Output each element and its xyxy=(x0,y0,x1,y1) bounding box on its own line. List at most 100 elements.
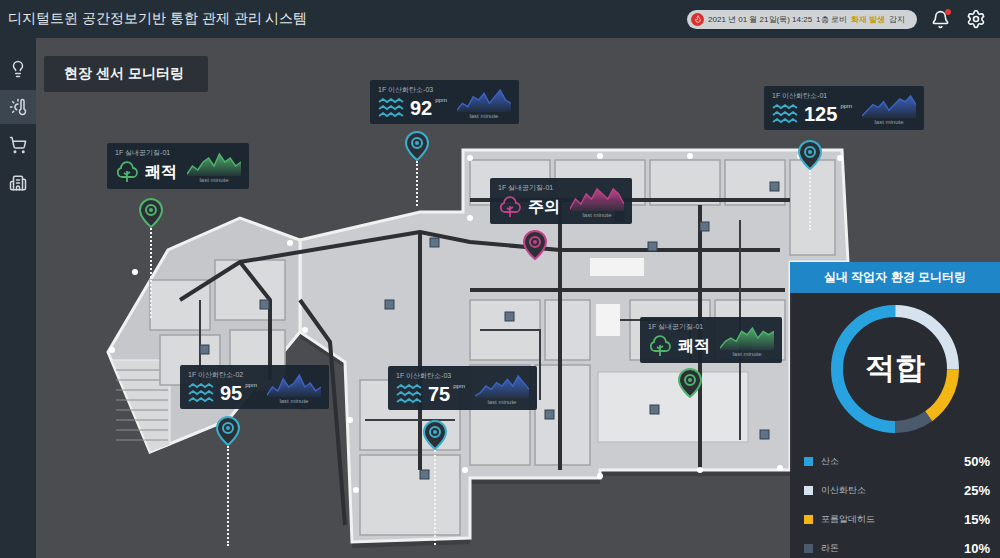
top-bar: 디지털트윈 공간정보기반 통합 관제 관리 시스템2021 년 01 월 21일… xyxy=(0,0,1000,38)
sensor-card[interactable]: 1F 실내공기질-01 쾌적 last minute xyxy=(107,143,249,189)
legend-swatch xyxy=(804,457,813,466)
trend-caption: last minute xyxy=(279,398,308,404)
sensor-card[interactable]: 1F 이산화탄소-03 75ppm last minute xyxy=(388,366,537,410)
sensor-unit: ppm xyxy=(840,103,852,109)
sensor-reading: 쾌적 xyxy=(115,160,177,184)
sensor-card[interactable]: 1F 실내공기질-01쾌적last minute xyxy=(640,317,782,363)
sensor-status: 쾌적 xyxy=(145,162,177,181)
legend-name: 라돈 xyxy=(821,542,956,555)
pin-dotted-line xyxy=(809,170,811,230)
environment-status: 적합 xyxy=(790,348,1000,389)
legend-value: 25% xyxy=(964,483,990,498)
sensor-info: 1F 실내공기질-01 쾌적 xyxy=(115,148,177,184)
sensor-value: 92 xyxy=(410,98,432,119)
sensor-status: 쾌적 xyxy=(678,336,710,355)
monitoring-map: 현장 센서 모니터링1F 실내공기질-01쾌적last minute1F 이산화… xyxy=(36,38,1000,558)
sparkline-chart xyxy=(570,185,624,211)
sparkline-area xyxy=(720,328,774,350)
alert-banner[interactable]: 2021 년 01 월 21일(목) 14:251층 로비화재 발생감지 xyxy=(687,10,917,29)
wave-icon xyxy=(396,383,422,405)
sensor-pin[interactable] xyxy=(139,198,163,318)
sensor-trend: last minute xyxy=(187,150,241,183)
sensor-label: 1F 실내공기질-01 xyxy=(648,322,710,332)
gear-icon xyxy=(966,9,986,29)
settings-button[interactable] xyxy=(964,7,988,31)
sensor-reading: 92ppm xyxy=(378,97,447,119)
sensor-value: 95 xyxy=(220,383,242,404)
legend-swatch xyxy=(804,515,813,524)
sparkline-chart xyxy=(267,371,321,397)
sensor-pin[interactable] xyxy=(423,420,447,545)
sensor-unit: ppm xyxy=(435,97,447,103)
sensor-pin[interactable] xyxy=(678,368,702,398)
sensor-trend: last minute xyxy=(267,371,321,404)
page-title: 현장 센서 모니터링 xyxy=(44,56,208,92)
sparkline-line xyxy=(475,376,529,396)
fire-alert-icon xyxy=(691,13,704,26)
sensor-label: 1F 이산화탄소-01 xyxy=(772,91,852,101)
sensor-card[interactable]: 1F 실내공기질-01주의last minute xyxy=(490,178,632,224)
sparkline-line xyxy=(267,375,321,395)
legend-row: 라돈10% xyxy=(804,534,990,558)
sensor-label: 1F 이산화탄소-03 xyxy=(396,371,465,381)
sparkline-chart xyxy=(862,92,916,118)
unread-badge xyxy=(945,9,951,15)
menu-icon xyxy=(9,60,27,78)
sensor-card[interactable]: 1F 이산화탄소-0295ppmlast minute xyxy=(180,365,329,409)
trend-caption: last minute xyxy=(487,399,516,405)
pin-dotted-line xyxy=(227,446,229,546)
sensor-info: 1F 이산화탄소-0392ppm xyxy=(378,85,447,119)
sparkline-area xyxy=(475,376,529,398)
sparkline-chart xyxy=(187,150,241,176)
legend-swatch xyxy=(804,544,813,553)
sidebar xyxy=(0,38,36,558)
sparkline-area xyxy=(570,189,624,211)
sparkline-area xyxy=(457,90,511,112)
sensor-pin[interactable] xyxy=(405,131,429,206)
sensor-reading: 75ppm xyxy=(396,383,465,405)
environment-panel: 실내 작업자 환경 모니터링적합산소50%이산화탄소25%포름알데히드15%라돈… xyxy=(790,262,1000,558)
notification-button[interactable] xyxy=(929,8,952,31)
legend-name: 산소 xyxy=(821,455,956,468)
menu-icon xyxy=(9,98,27,116)
sparkline-line xyxy=(862,96,916,116)
legend-name: 이산화탄소 xyxy=(821,484,956,497)
legend-swatch xyxy=(804,486,813,495)
sidebar-item[interactable] xyxy=(0,128,36,162)
sidebar-item[interactable] xyxy=(0,90,36,124)
sidebar-item[interactable] xyxy=(0,52,36,86)
sparkline-area xyxy=(187,154,241,176)
alert-suffix: 감지 xyxy=(889,14,905,25)
sensor-reading: 주의 xyxy=(498,195,560,219)
sparkline-line xyxy=(720,328,774,348)
wave-icon xyxy=(378,97,404,119)
map-pin-icon xyxy=(678,368,702,398)
sensor-pin[interactable] xyxy=(798,140,822,230)
sensor-card[interactable]: 1F 이산화탄소-01125ppmlast minute xyxy=(764,86,924,130)
sparkline-area xyxy=(267,375,321,397)
sensor-label: 1F 이산화탄소-02 xyxy=(188,370,257,380)
sensor-info: 1F 실내공기질-01 쾌적 xyxy=(648,322,710,358)
pin-dotted-line xyxy=(434,450,436,545)
legend-value: 15% xyxy=(964,512,990,527)
sensor-info: 1F 이산화탄소-03 75ppm xyxy=(396,371,465,405)
legend: 산소 50% 이산화탄소 25% 포름알데히드 15% 라돈10% xyxy=(804,443,990,558)
menu-icon xyxy=(9,136,27,154)
sensor-label: 1F 실내공기질-01 xyxy=(115,148,177,158)
legend-row: 산소 50% xyxy=(804,447,990,476)
wave-icon xyxy=(772,103,798,125)
sensor-card[interactable]: 1F 이산화탄소-0392ppmlast minute xyxy=(370,80,519,124)
sensor-pin[interactable] xyxy=(216,416,240,546)
pin-dotted-line xyxy=(416,161,418,206)
sparkline-area xyxy=(862,96,916,118)
legend-value: 50% xyxy=(964,454,990,469)
trend-caption: last minute xyxy=(199,177,228,183)
legend-name: 포름알데히드 xyxy=(821,513,956,526)
sensor-status: 주의 xyxy=(528,197,560,216)
tree-icon xyxy=(648,334,672,358)
sidebar-item[interactable] xyxy=(0,166,36,200)
app-window: 디지털트윈 공간정보기반 통합 관제 관리 시스템2021 년 01 월 21일… xyxy=(0,0,1000,558)
pin-dotted-line xyxy=(150,228,152,318)
map-pin-icon xyxy=(405,131,429,161)
sensor-pin[interactable] xyxy=(523,230,547,260)
